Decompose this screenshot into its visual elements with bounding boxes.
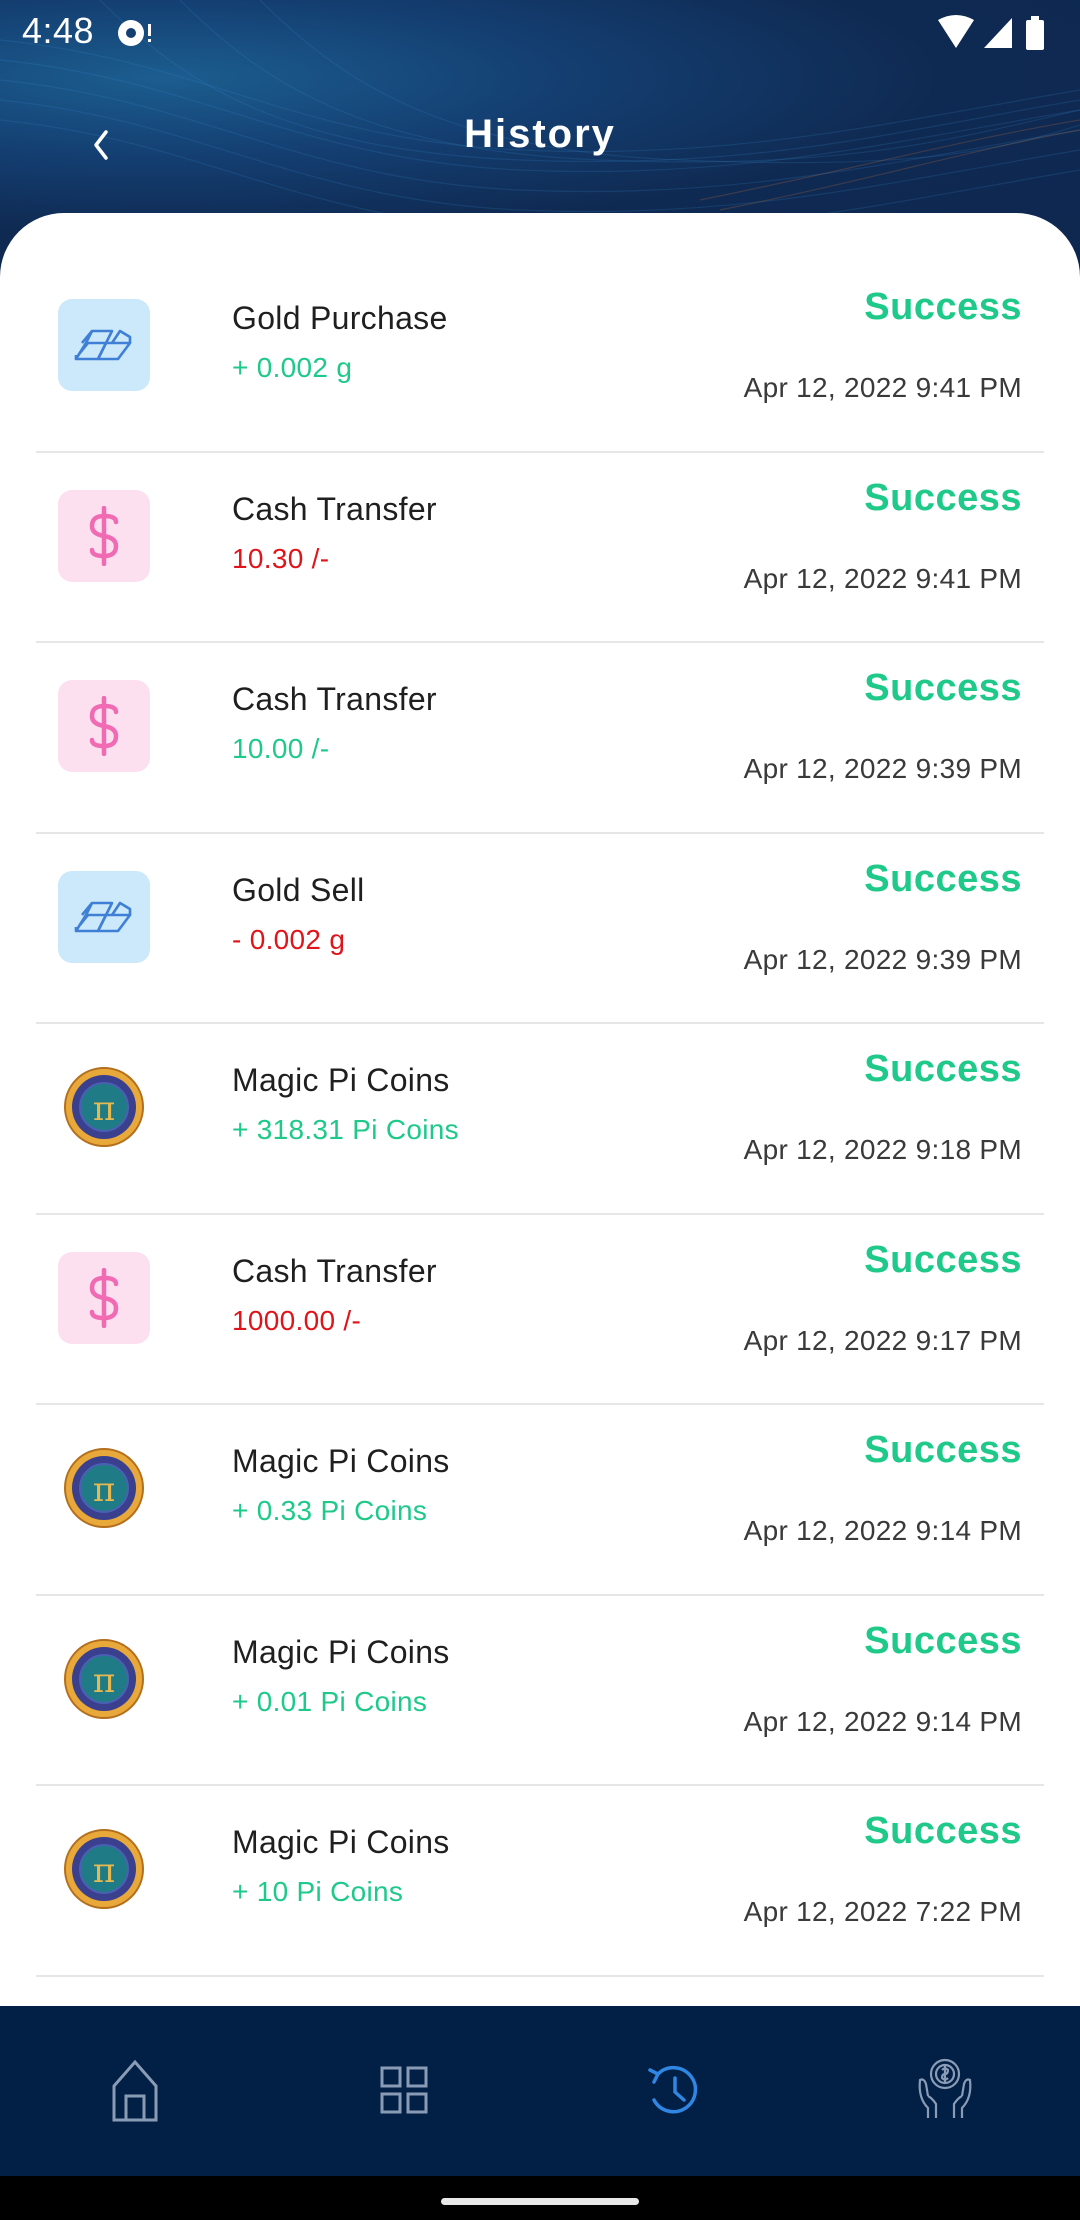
- status-badge: Success: [864, 476, 1022, 519]
- transaction-title: Cash Transfer: [232, 681, 437, 717]
- system-gesture-bar: [0, 2176, 1080, 2220]
- transaction-amount: + 0.01 Pi Coins: [232, 1685, 428, 1717]
- pi-coin-icon: π: [64, 1067, 144, 1147]
- status-badge: Success: [864, 667, 1022, 709]
- dollar-icon: [89, 505, 119, 566]
- transaction-amount: + 0.33 Pi Coins: [232, 1495, 428, 1526]
- transaction-row[interactable]: π Magic Pi Coins + 318.31 Pi Coins Succe…: [36, 1024, 1044, 1215]
- signal-icon: [984, 18, 1012, 48]
- transaction-icon-box: π: [58, 1823, 150, 1915]
- transaction-amount: + 10 Pi Coins: [232, 1876, 404, 1907]
- transaction-date: Apr 12, 2022 9:14 PM: [743, 1705, 1022, 1737]
- transaction-row[interactable]: Cash Transfer 10.00 /- Success Apr 12, 2…: [36, 643, 1044, 834]
- transaction-title: Cash Transfer: [232, 1252, 437, 1289]
- transaction-title: Magic Pi Coins: [232, 1443, 450, 1479]
- svg-text:π: π: [93, 1470, 115, 1510]
- transaction-row[interactable]: Cash Transfer 10.30 /- Success Apr 12, 2…: [36, 453, 1044, 643]
- transaction-date: Apr 12, 2022 9:41 PM: [743, 372, 1022, 403]
- transaction-date: Apr 12, 2022 9:14 PM: [743, 1515, 1022, 1546]
- nav-home[interactable]: [100, 2056, 170, 2126]
- transaction-date: Apr 12, 2022 9:39 PM: [743, 753, 1022, 784]
- status-badge: Success: [864, 1619, 1022, 1662]
- transaction-date: Apr 12, 2022 9:39 PM: [743, 943, 1022, 975]
- transaction-row[interactable]: π Magic Pi Coins + 0.33 Pi Coins Success…: [36, 1405, 1044, 1596]
- transaction-icon-box: [58, 489, 150, 582]
- hands-coin-icon: [918, 2058, 972, 2118]
- gold-bars-icon: [74, 901, 132, 932]
- status-badge: Success: [864, 286, 1022, 328]
- wifi-icon: [938, 15, 974, 48]
- home-icon: [112, 2059, 158, 2122]
- transaction-amount: + 0.002 g: [232, 352, 353, 383]
- transaction-icon-box: π: [58, 1061, 150, 1153]
- transaction-title: Magic Pi Coins: [232, 1824, 450, 1860]
- pi-coin-icon: π: [64, 1448, 144, 1528]
- transaction-date: Apr 12, 2022 9:17 PM: [743, 1324, 1022, 1356]
- transaction-row[interactable]: Gold Purchase + 0.002 g Success Apr 12, …: [36, 262, 1044, 453]
- transaction-icon-box: [58, 870, 150, 963]
- status-badge: Success: [864, 1810, 1022, 1852]
- home-gesture-handle[interactable]: [441, 2198, 639, 2205]
- grid-icon: [380, 2066, 428, 2114]
- dollar-icon: [89, 1267, 119, 1328]
- transaction-icon-box: [58, 680, 150, 772]
- svg-text:π: π: [93, 1661, 115, 1701]
- bottom-nav: [0, 2006, 1080, 2176]
- history-icon: [648, 2066, 698, 2114]
- transaction-date: Apr 12, 2022 9:41 PM: [743, 562, 1022, 594]
- history-content: Gold Purchase + 0.002 g Success Apr 12, …: [0, 213, 1080, 2006]
- nav-dashboard[interactable]: [370, 2056, 440, 2126]
- transaction-title: Cash Transfer: [232, 490, 437, 527]
- pi-coin-icon: π: [64, 1829, 144, 1909]
- status-badge: Success: [864, 1238, 1022, 1281]
- transaction-amount: 10.00 /-: [232, 733, 330, 764]
- nav-history[interactable]: [640, 2056, 710, 2126]
- transaction-row[interactable]: π Magic Pi Coins + 0.01 Pi Coins Success…: [36, 1596, 1044, 1786]
- transaction-date: Apr 12, 2022 7:22 PM: [743, 1896, 1022, 1927]
- pi-coin-icon: π: [64, 1638, 144, 1719]
- svg-text:π: π: [93, 1851, 115, 1891]
- transaction-amount: + 318.31 Pi Coins: [232, 1114, 459, 1145]
- transaction-icon-box: [58, 299, 150, 391]
- status-bar: 4:48: [0, 0, 1080, 64]
- status-badge: Success: [864, 1048, 1022, 1090]
- transaction-list: Gold Purchase + 0.002 g Success Apr 12, …: [36, 262, 1044, 1977]
- transaction-row[interactable]: π Magic Pi Coins + 10 Pi Coins Success A…: [36, 1786, 1044, 1977]
- transaction-title: Magic Pi Coins: [232, 1062, 450, 1098]
- transaction-title: Gold Purchase: [232, 300, 448, 336]
- status-time: 4:48: [22, 10, 95, 51]
- transaction-row[interactable]: Cash Transfer 1000.00 /- Success Apr 12,…: [36, 1215, 1044, 1405]
- dollar-icon: [89, 696, 119, 756]
- gold-bars-icon: [74, 329, 132, 361]
- notification-icon: [118, 20, 151, 46]
- transaction-icon-box: π: [58, 1633, 150, 1725]
- transaction-date: Apr 12, 2022 9:18 PM: [743, 1134, 1022, 1165]
- transaction-amount: 10.30 /-: [232, 542, 330, 574]
- status-badge: Success: [864, 857, 1022, 900]
- svg-text:π: π: [93, 1089, 115, 1129]
- transaction-title: Gold Sell: [232, 871, 365, 908]
- transaction-title: Magic Pi Coins: [232, 1633, 450, 1670]
- transaction-icon-box: π: [58, 1442, 150, 1534]
- page-title: History: [464, 112, 616, 156]
- nav-investments[interactable]: [910, 2056, 980, 2126]
- transaction-amount: 1000.00 /-: [232, 1304, 362, 1336]
- transaction-amount: - 0.002 g: [232, 923, 346, 955]
- battery-icon: [1026, 16, 1044, 50]
- status-badge: Success: [864, 1429, 1022, 1471]
- status-icons: [938, 15, 1044, 50]
- transaction-row[interactable]: Gold Sell - 0.002 g Success Apr 12, 2022…: [36, 834, 1044, 1024]
- transaction-icon-box: [58, 1251, 150, 1344]
